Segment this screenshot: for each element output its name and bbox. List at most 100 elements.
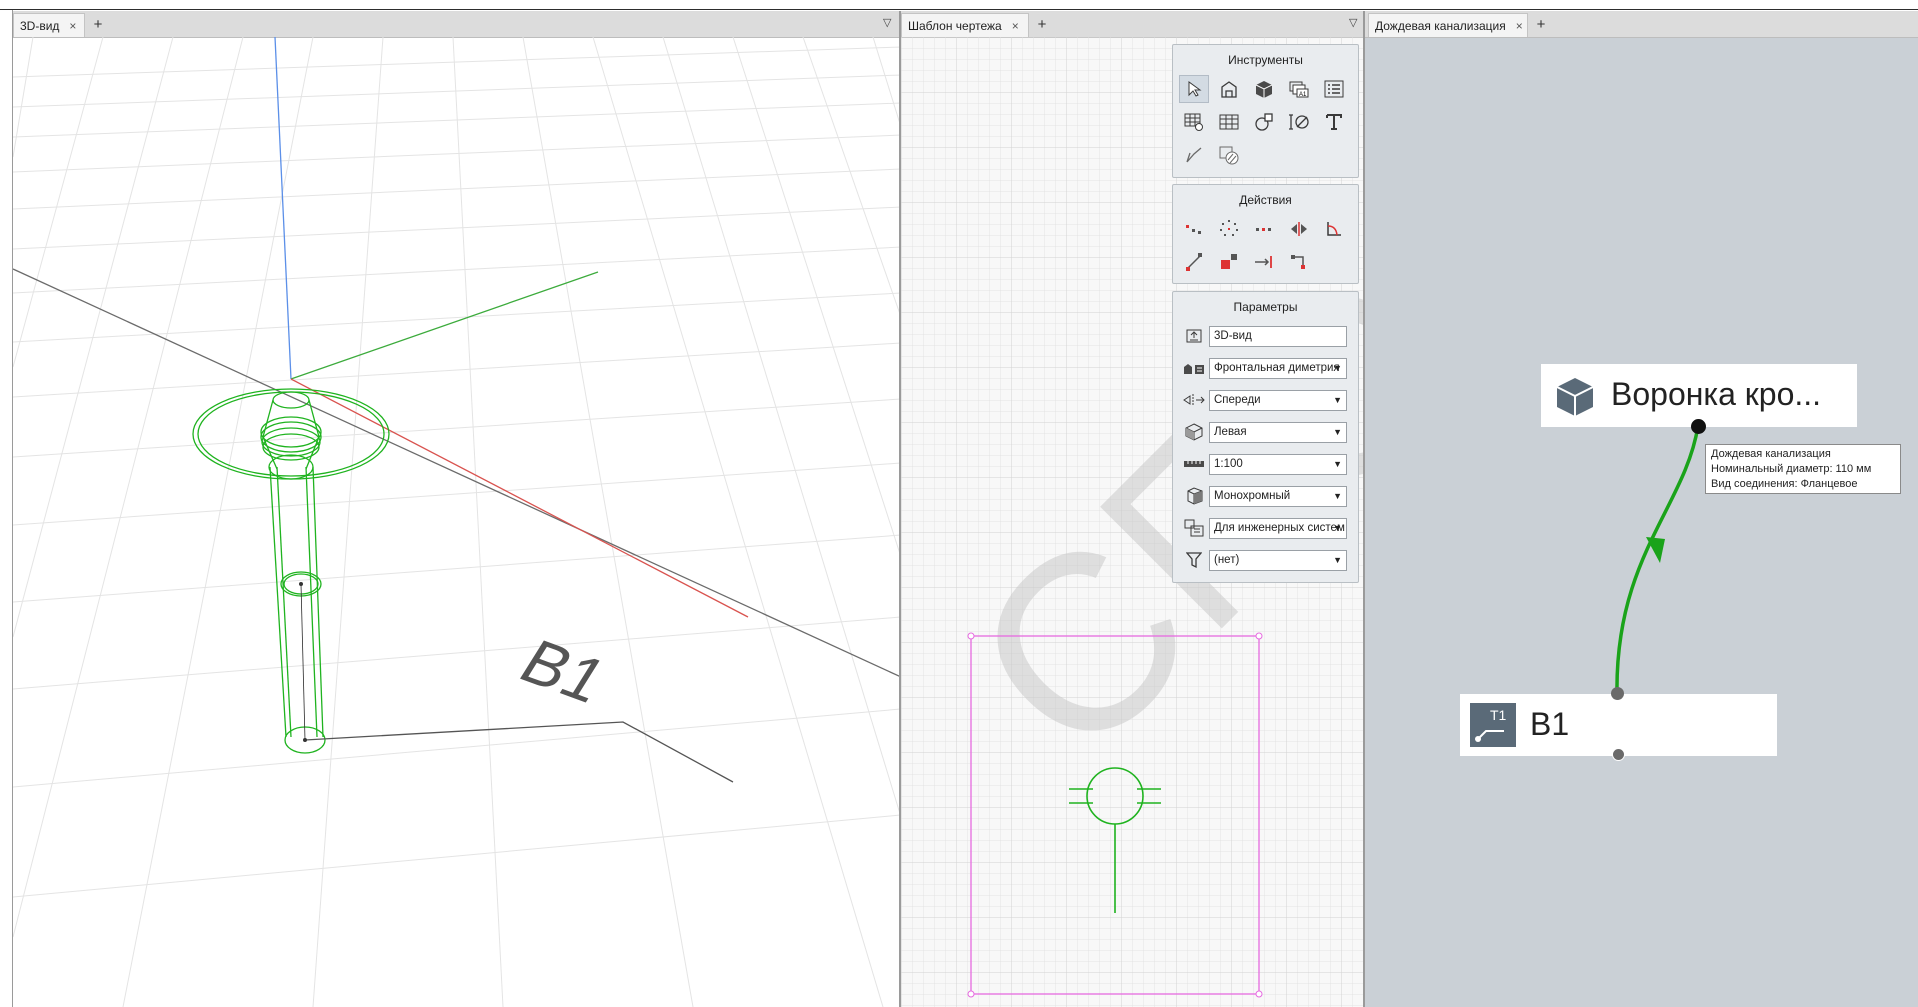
chevron-down-icon: ▼ [1333, 490, 1342, 501]
pipe-connection-edge[interactable] [1615, 425, 1700, 695]
close-icon[interactable]: × [1516, 19, 1523, 33]
extend-icon[interactable] [1249, 248, 1279, 276]
tab-menu-icon[interactable]: ▽ [883, 16, 897, 32]
pipe-label-3d: B1 [508, 626, 621, 715]
projection-dropdown[interactable]: Фронтальная диметрия ▼ [1209, 357, 1347, 379]
tab-rain-drainage[interactable]: Дождевая канализация × [1368, 13, 1528, 37]
window-top-border [0, 0, 1918, 10]
shapes-icon[interactable] [1249, 108, 1279, 136]
riser-badge-icon: T1 [1470, 703, 1516, 747]
list-icon[interactable] [1319, 75, 1349, 103]
side-dropdown[interactable]: Левая ▼ [1209, 421, 1347, 443]
actions-palette: Действия [1172, 184, 1359, 284]
hatch-icon[interactable] [1214, 141, 1244, 169]
node-title: B1 [1530, 706, 1570, 742]
tabbar-graph: Дождевая канализация × + [1365, 11, 1918, 38]
spec-table-icon[interactable] [1179, 108, 1209, 136]
node-roof-funnel[interactable]: Воронка кро... [1541, 364, 1857, 434]
close-icon[interactable]: × [69, 19, 76, 33]
connection-tooltip: Дождевая канализация Номинальный диаметр… [1705, 444, 1901, 494]
close-icon[interactable]: × [1012, 19, 1019, 33]
tools-header: Инструменты [1228, 53, 1303, 67]
stretch-icon[interactable] [1179, 248, 1209, 276]
add-tab-icon[interactable]: + [1532, 15, 1550, 35]
label-leader-line [304, 721, 734, 783]
svg-text:A1: A1 [1299, 92, 1307, 98]
pane-drawing-template: Шаблон чертежа × + ▽ СПО Инструменты A1 … [901, 11, 1365, 1007]
chevron-down-icon: ▼ [1333, 394, 1342, 405]
chevron-down-icon: ▼ [1333, 458, 1342, 469]
scale-value: 1:100 [1214, 457, 1243, 470]
view-name-icon [1179, 325, 1209, 347]
ground-grid [13, 36, 899, 1007]
array-icon[interactable] [1249, 215, 1279, 243]
edge-direction-arrow [1646, 537, 1665, 563]
direction-icon [1179, 389, 1209, 411]
add-tab-icon[interactable]: + [89, 15, 107, 35]
text-icon[interactable] [1319, 108, 1349, 136]
axis-y [290, 271, 599, 380]
filter-dropdown[interactable]: (нет) ▼ [1209, 549, 1347, 571]
scale-dropdown[interactable]: 1:100 ▼ [1209, 453, 1347, 475]
connect-icon[interactable] [1284, 248, 1314, 276]
angle-icon[interactable] [1319, 215, 1349, 243]
select-icon[interactable] [1179, 75, 1209, 103]
tools-palette: Инструменты A1 [1172, 44, 1359, 178]
axis-x [290, 378, 749, 618]
scale-icon[interactable] [1214, 248, 1244, 276]
param-row-name: 3D-вид [1179, 324, 1351, 348]
param-row-side: Левая ▼ [1179, 420, 1351, 444]
chevron-down-icon: ▼ [1333, 554, 1342, 565]
tab-label: 3D-вид [20, 18, 60, 33]
viewport-3d[interactable]: B1 [13, 36, 901, 1007]
move-icon[interactable] [1179, 215, 1209, 243]
tab-label: Шаблон чертежа [908, 18, 1002, 33]
tooltip-connection: Вид соединения: Фланцевое [1711, 478, 1858, 490]
polyline-icon[interactable] [1179, 141, 1209, 169]
param-row-filter: (нет) ▼ [1179, 548, 1351, 572]
node-title: Воронка кро... [1611, 376, 1822, 412]
param-row-scale: 1:100 ▼ [1179, 452, 1351, 476]
add-tab-icon[interactable]: + [1033, 15, 1051, 35]
pane-3d-view: 3D-вид × + ▽ B1 [13, 11, 901, 1007]
side-value: Левая [1214, 425, 1247, 438]
table-icon[interactable] [1214, 108, 1244, 136]
box-3d-icon [1553, 375, 1597, 419]
preset-value: Для инженерных систем [1214, 521, 1345, 534]
node-output-port[interactable] [1691, 419, 1706, 434]
parameters-header: Параметры [1233, 300, 1298, 314]
style-dropdown[interactable]: Монохромный ▼ [1209, 485, 1347, 507]
tab-label: Дождевая канализация [1375, 18, 1506, 33]
style-value: Монохромный [1214, 489, 1291, 502]
dimension-icon[interactable] [1284, 108, 1314, 136]
param-row-preset: Для инженерных систем ▼ [1179, 516, 1351, 540]
tools-icon-grid: A1 [1179, 75, 1354, 171]
param-row-direction: Спереди ▼ [1179, 388, 1351, 412]
leader-anchor [303, 738, 307, 742]
mirror-icon[interactable] [1284, 215, 1314, 243]
actions-header: Действия [1239, 193, 1292, 207]
building-icon[interactable] [1214, 75, 1244, 103]
sheet-canvas[interactable]: СПО Инструменты A1 Действия Параметры 3D… [901, 37, 1363, 1007]
tab-drawing-template[interactable]: Шаблон чертежа × [901, 13, 1029, 37]
scene-3d[interactable]: B1 [13, 36, 901, 1007]
window-left-border [0, 10, 13, 1007]
preset-dropdown[interactable]: Для инженерных систем ▼ [1209, 517, 1347, 539]
sheets-icon[interactable]: A1 [1284, 75, 1314, 103]
view-name-input[interactable]: 3D-вид [1209, 325, 1347, 347]
node-input-port[interactable] [1611, 687, 1624, 700]
rotate-icon[interactable] [1214, 215, 1244, 243]
direction-dropdown[interactable]: Спереди ▼ [1209, 389, 1347, 411]
tabbar-template: Шаблон чертежа × + ▽ [901, 11, 1363, 38]
graph-edges [1615, 425, 1700, 695]
direction-value: Спереди [1214, 393, 1261, 406]
box-3d-icon[interactable] [1249, 75, 1279, 103]
tabbar-3d: 3D-вид × + ▽ [13, 11, 899, 38]
graph-canvas[interactable]: Воронка кро... Дождевая канализация Номи… [1365, 37, 1918, 1007]
tab-3d-view[interactable]: 3D-вид × [13, 13, 85, 37]
chevron-down-icon: ▼ [1333, 426, 1342, 437]
param-row-style: Монохромный ▼ [1179, 484, 1351, 508]
tab-menu-icon[interactable]: ▽ [1349, 16, 1363, 32]
node-output-port[interactable] [1612, 748, 1625, 761]
node-riser-b1[interactable]: T1 B1 [1460, 687, 1777, 761]
